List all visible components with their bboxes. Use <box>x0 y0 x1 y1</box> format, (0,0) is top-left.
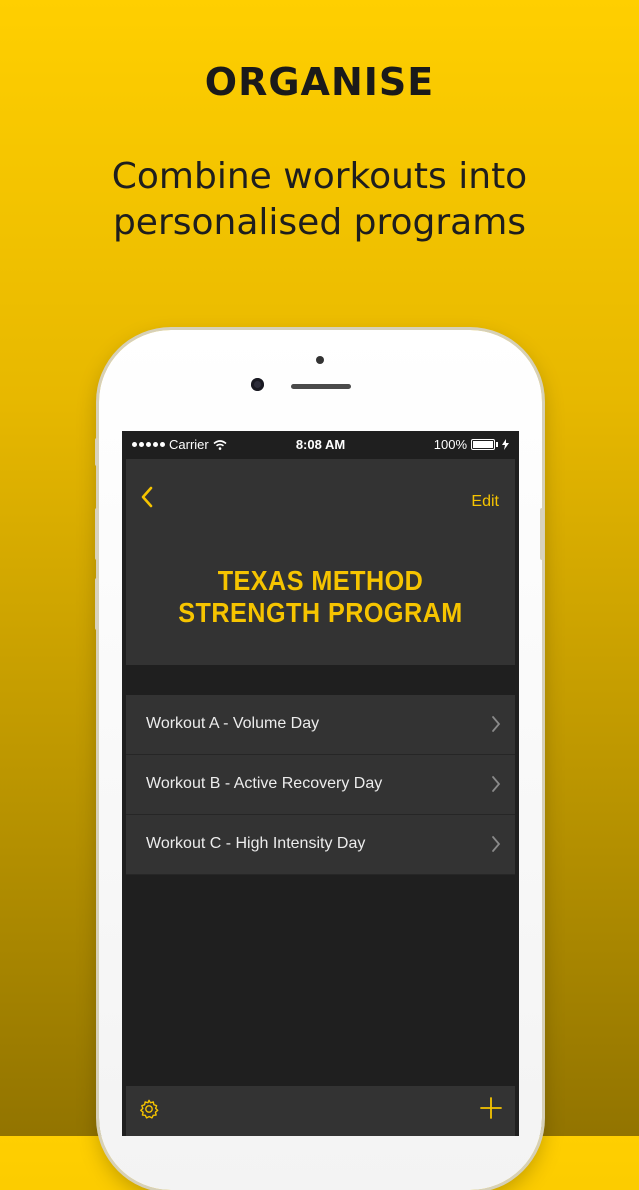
side-button-power <box>540 508 544 560</box>
promo-subline-line-2: personalised programs <box>112 202 527 243</box>
chevron-right-icon <box>492 716 501 732</box>
front-sensor <box>316 356 324 364</box>
workout-label: Workout B - Active Recovery Day <box>146 775 383 792</box>
plus-icon[interactable] <box>479 1096 503 1120</box>
edit-button[interactable]: Edit <box>471 493 499 511</box>
gear-icon[interactable] <box>138 1098 160 1120</box>
status-right: 100% <box>434 437 509 452</box>
program-title-line-1: TEXAS METHOD <box>217 565 424 596</box>
battery-percentage: 100% <box>433 437 467 452</box>
promo-subline-line-1: Combine workouts into <box>111 156 528 197</box>
promo-subline: Combine workouts into personalised progr… <box>0 154 639 246</box>
bottom-toolbar <box>126 1086 515 1136</box>
earpiece-speaker <box>291 384 351 389</box>
chevron-left-icon[interactable] <box>138 485 156 509</box>
program-title: TEXAS METHOD STRENGTH PROGRAM <box>145 565 495 629</box>
list-item[interactable]: Workout C - High Intensity Day <box>126 815 515 875</box>
program-title-line-2: STRENGTH PROGRAM <box>178 597 463 628</box>
workout-list: Workout A - Volume Day Workout B - Activ… <box>126 695 515 875</box>
list-item[interactable]: Workout A - Volume Day <box>126 695 515 755</box>
front-camera <box>251 378 264 391</box>
promo-headline: ORGANISE <box>204 60 435 104</box>
chevron-right-icon <box>492 776 501 792</box>
side-button-volume-down <box>95 578 99 630</box>
charging-bolt-icon <box>502 439 509 450</box>
workout-label: Workout C - High Intensity Day <box>146 835 366 852</box>
side-button-volume-up <box>95 508 99 560</box>
battery-icon <box>471 439 498 450</box>
workout-label: Workout A - Volume Day <box>146 715 320 732</box>
chevron-right-icon <box>492 836 501 852</box>
status-bar: Carrier 8:08 AM 100% <box>122 431 519 459</box>
side-button-mute <box>95 438 99 466</box>
list-item[interactable]: Workout B - Active Recovery Day <box>126 755 515 815</box>
program-header-card: Edit TEXAS METHOD STRENGTH PROGRAM <box>126 459 515 665</box>
app-screen: Carrier 8:08 AM 100% Edit TEXAS METHOD S… <box>122 431 519 1136</box>
